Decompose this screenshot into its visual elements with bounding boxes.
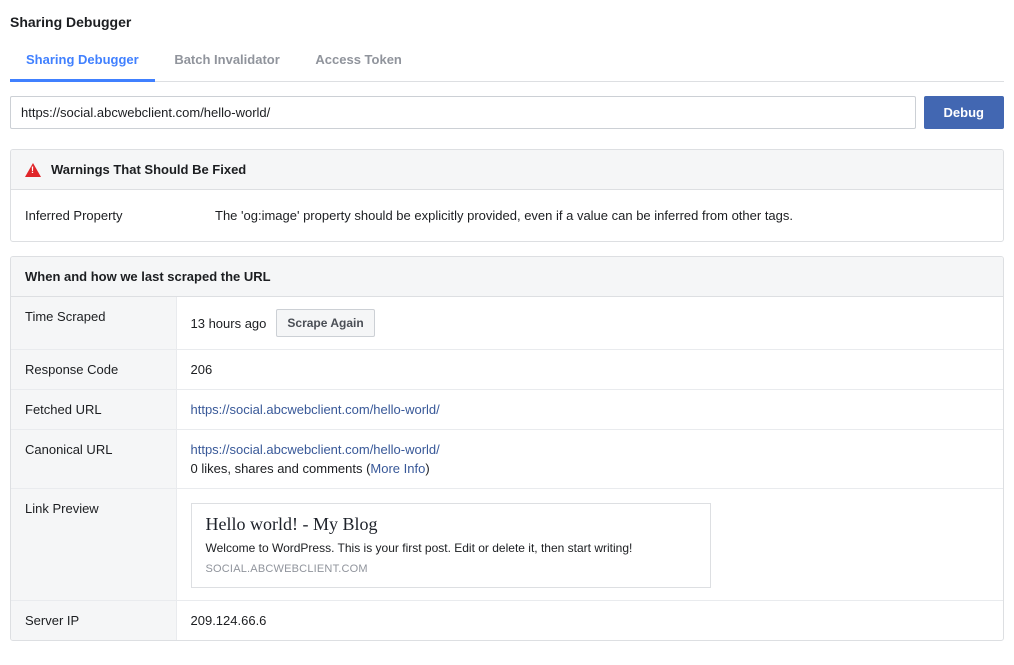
value-fetched-url: https://social.abcwebclient.com/hello-wo… bbox=[176, 390, 1003, 430]
fetched-url-link[interactable]: https://social.abcwebclient.com/hello-wo… bbox=[191, 402, 440, 417]
warning-text: The 'og:image' property should be explic… bbox=[215, 208, 989, 223]
link-preview-card[interactable]: Hello world! - My Blog Welcome to WordPr… bbox=[191, 503, 711, 588]
warnings-header-text: Warnings That Should Be Fixed bbox=[51, 162, 246, 177]
row-time-scraped: Time Scraped 13 hours ago Scrape Again bbox=[11, 297, 1003, 350]
warning-icon bbox=[25, 163, 41, 177]
row-response-code: Response Code 206 bbox=[11, 350, 1003, 390]
preview-domain: SOCIAL.ABCWEBCLIENT.COM bbox=[206, 563, 696, 575]
canonical-stats-prefix: 0 likes, shares and comments ( bbox=[191, 461, 371, 476]
value-time-scraped: 13 hours ago Scrape Again bbox=[176, 297, 1003, 350]
canonical-url-link[interactable]: https://social.abcwebclient.com/hello-wo… bbox=[191, 442, 440, 457]
label-link-preview: Link Preview bbox=[11, 489, 176, 601]
canonical-stats: 0 likes, shares and comments (More Info) bbox=[191, 461, 990, 476]
row-canonical-url: Canonical URL https://social.abcwebclien… bbox=[11, 430, 1003, 489]
scrape-table: Time Scraped 13 hours ago Scrape Again R… bbox=[11, 297, 1003, 640]
value-link-preview: Hello world! - My Blog Welcome to WordPr… bbox=[176, 489, 1003, 601]
url-input[interactable] bbox=[10, 96, 916, 129]
value-server-ip: 209.124.66.6 bbox=[176, 601, 1003, 641]
row-server-ip: Server IP 209.124.66.6 bbox=[11, 601, 1003, 641]
debug-button[interactable]: Debug bbox=[924, 96, 1004, 129]
label-time-scraped: Time Scraped bbox=[11, 297, 176, 350]
warning-row: Inferred Property The 'og:image' propert… bbox=[11, 190, 1003, 241]
warnings-header: Warnings That Should Be Fixed bbox=[11, 150, 1003, 190]
warning-label: Inferred Property bbox=[25, 208, 215, 223]
label-canonical-url: Canonical URL bbox=[11, 430, 176, 489]
tab-sharing-debugger[interactable]: Sharing Debugger bbox=[10, 40, 155, 82]
value-canonical-url: https://social.abcwebclient.com/hello-wo… bbox=[176, 430, 1003, 489]
scrape-header-text: When and how we last scraped the URL bbox=[25, 269, 271, 284]
canonical-stats-suffix: ) bbox=[425, 461, 429, 476]
scrape-again-button[interactable]: Scrape Again bbox=[276, 309, 374, 337]
scrape-panel: When and how we last scraped the URL Tim… bbox=[10, 256, 1004, 641]
preview-description: Welcome to WordPress. This is your first… bbox=[206, 541, 696, 555]
label-server-ip: Server IP bbox=[11, 601, 176, 641]
more-info-link[interactable]: More Info bbox=[370, 461, 425, 476]
url-form: Debug bbox=[10, 96, 1004, 129]
preview-title: Hello world! - My Blog bbox=[206, 514, 696, 535]
row-fetched-url: Fetched URL https://social.abcwebclient.… bbox=[11, 390, 1003, 430]
warnings-panel: Warnings That Should Be Fixed Inferred P… bbox=[10, 149, 1004, 242]
tab-access-token[interactable]: Access Token bbox=[299, 40, 417, 82]
value-response-code: 206 bbox=[176, 350, 1003, 390]
label-response-code: Response Code bbox=[11, 350, 176, 390]
tab-batch-invalidator[interactable]: Batch Invalidator bbox=[158, 40, 295, 82]
scrape-header: When and how we last scraped the URL bbox=[11, 257, 1003, 297]
row-link-preview: Link Preview Hello world! - My Blog Welc… bbox=[11, 489, 1003, 601]
tabs-bar: Sharing Debugger Batch Invalidator Acces… bbox=[10, 40, 1004, 82]
page-title: Sharing Debugger bbox=[10, 14, 1004, 30]
time-scraped-text: 13 hours ago bbox=[191, 316, 267, 331]
label-fetched-url: Fetched URL bbox=[11, 390, 176, 430]
